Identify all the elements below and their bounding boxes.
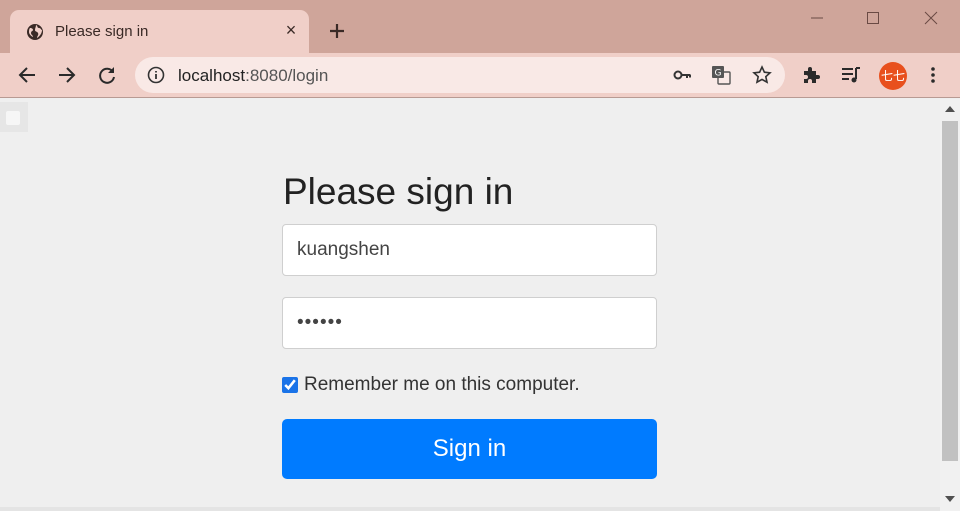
scroll-down-arrow[interactable] — [945, 496, 955, 502]
url-host: localhost — [178, 66, 246, 85]
vertical-scrollbar[interactable] — [940, 99, 960, 511]
remember-me[interactable]: Remember me on this computer. — [282, 374, 580, 396]
username-input[interactable] — [282, 224, 657, 276]
extensions-icon[interactable] — [800, 64, 822, 86]
url-path: :8080/login — [245, 66, 329, 85]
star-icon[interactable] — [752, 65, 772, 85]
translate-icon[interactable]: G — [711, 65, 731, 85]
sign-in-button[interactable]: Sign in — [282, 419, 657, 479]
window-close-icon[interactable] — [911, 6, 951, 34]
page-bottom-edge — [0, 507, 940, 511]
tab-active[interactable]: Please sign in × — [10, 10, 309, 53]
browser-toolbar: localhost:8080/login G 七七 — [0, 53, 960, 98]
page-title: Please sign in — [283, 171, 514, 212]
maximize-icon[interactable] — [853, 6, 893, 34]
profile-avatar[interactable]: 七七 — [879, 62, 907, 90]
menu-icon[interactable] — [922, 64, 944, 86]
corner-widget — [0, 102, 28, 132]
reload-icon[interactable] — [96, 64, 118, 86]
corner-square — [6, 111, 20, 125]
svg-text:G: G — [715, 69, 722, 79]
tab-title: Please sign in — [55, 23, 149, 40]
url-text[interactable]: localhost:8080/login — [178, 66, 328, 86]
back-icon[interactable] — [16, 64, 38, 86]
scroll-up-arrow[interactable] — [945, 106, 955, 112]
remember-me-label: Remember me on this computer. — [304, 374, 580, 395]
minimize-icon[interactable] — [797, 6, 837, 34]
info-icon[interactable] — [147, 66, 165, 84]
scroll-thumb[interactable] — [942, 121, 958, 461]
page-content: Please sign in Remember me on this compu… — [0, 99, 940, 511]
tab-strip: Please sign in × — [0, 0, 960, 53]
remember-me-checkbox[interactable] — [282, 377, 298, 393]
password-input[interactable] — [282, 297, 657, 349]
close-icon[interactable]: × — [282, 21, 300, 39]
plus-icon[interactable] — [326, 20, 348, 42]
globe-icon — [27, 24, 43, 40]
key-icon[interactable] — [672, 65, 692, 85]
forward-icon[interactable] — [56, 64, 78, 86]
address-bar[interactable]: localhost:8080/login G — [135, 57, 785, 93]
media-icon[interactable] — [840, 64, 862, 86]
